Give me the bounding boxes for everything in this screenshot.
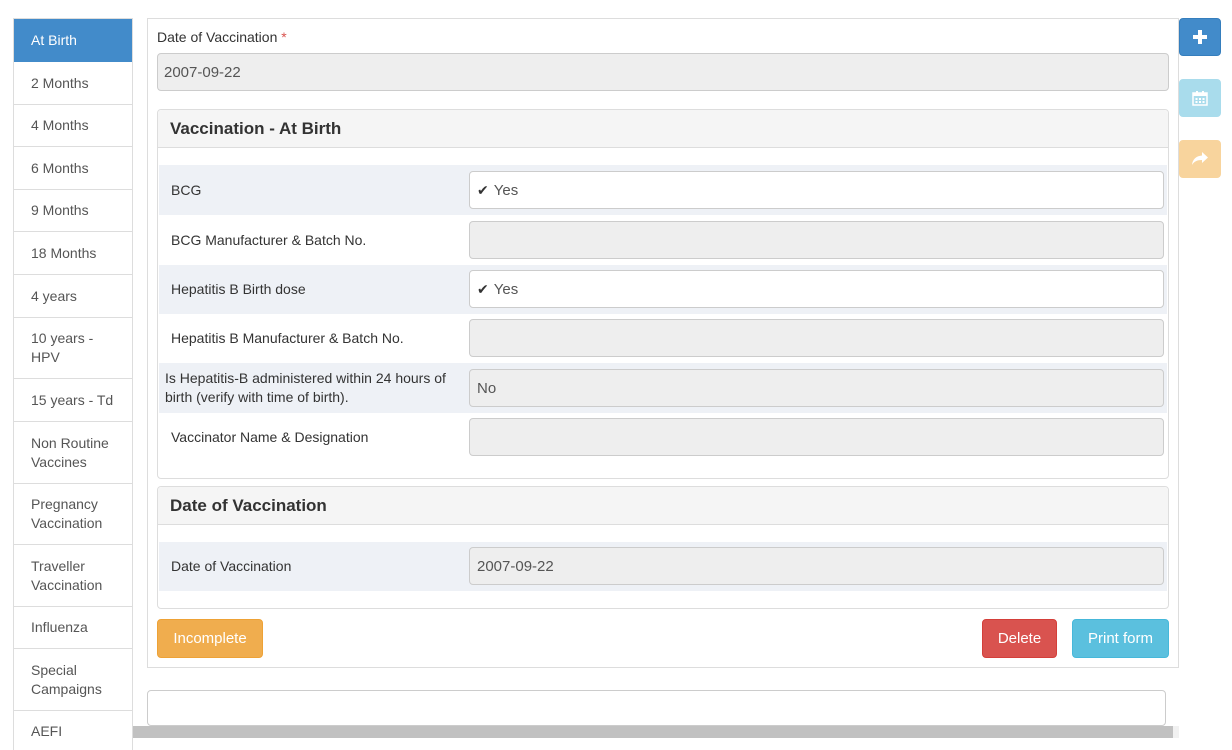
sidebar-item-2-months[interactable]: 2 Months [14,62,132,105]
vaccination-at-birth-panel: Vaccination - At Birth BCG ✔ Yes BCG Man… [157,109,1169,479]
vaccinator-row: Vaccinator Name & Designation [159,413,1167,462]
date-row-field[interactable]: 2007-09-22 [469,547,1164,585]
checkmark-icon: ✔ [477,280,489,297]
date-row: Date of Vaccination 2007-09-22 [159,542,1167,591]
sidebar-item-15-years-td[interactable]: 15 years - Td [14,379,132,422]
hepatitis-b-dose-row: Hepatitis B Birth dose ✔ Yes [159,265,1167,314]
date-of-vaccination-value: 2007-09-22 [164,63,241,81]
share-button[interactable] [1179,140,1221,178]
checkmark-icon: ✔ [477,181,489,198]
date-of-vaccination-label: Date of Vaccination * [157,29,287,45]
bcg-batch-row: BCG Manufacturer & Batch No. [159,215,1167,265]
bcg-batch-field[interactable] [469,221,1164,259]
sidebar-item-4-months[interactable]: 4 Months [14,105,132,147]
incomplete-button[interactable]: Incomplete [157,619,263,658]
hepatitis-b-timing-row: Is Hepatitis-B administered within 24 ho… [159,363,1167,413]
sidebar-item-traveller-vaccination[interactable]: Traveller Vaccination [14,545,132,607]
sidebar-item-9-months[interactable]: 9 Months [14,190,132,232]
sidebar-item-10-years-hpv[interactable]: 10 years - HPV [14,318,132,379]
sidebar-item-pregnancy-vaccination[interactable]: Pregnancy Vaccination [14,484,132,545]
sidebar-item-influenza[interactable]: Influenza [14,607,132,649]
sidebar-item-6-months[interactable]: 6 Months [14,147,132,190]
horizontal-scrollbar[interactable] [133,726,1179,738]
sidebar-item-non-routine-vaccines[interactable]: Non Routine Vaccines [14,422,132,484]
date-of-vaccination-panel: Date of Vaccination Date of Vaccination … [157,486,1169,609]
panel-title: Vaccination - At Birth [158,110,1168,148]
sidebar-item-4-years[interactable]: 4 years [14,275,132,318]
bcg-row: BCG ✔ Yes [159,165,1167,215]
vaccination-schedule-sidebar: At Birth 2 Months 4 Months 6 Months 9 Mo… [13,18,133,750]
hepatitis-b-batch-label: Hepatitis B Manufacturer & Batch No. [171,330,404,346]
share-icon [1192,152,1208,165]
hepatitis-b-timing-label: Is Hepatitis-B administered within 24 ho… [165,370,446,405]
date-row-label: Date of Vaccination [171,558,292,574]
bottom-input[interactable] [147,690,1166,726]
sidebar-item-special-campaigns[interactable]: Special Campaigns [14,649,132,711]
required-marker: * [281,29,287,45]
calendar-button[interactable] [1179,79,1221,117]
calendar-icon [1192,91,1208,106]
vaccination-form: Date of Vaccination * 2007-09-22 Vaccina… [147,18,1179,668]
bcg-label: BCG [171,181,202,198]
hepatitis-b-batch-row: Hepatitis B Manufacturer & Batch No. [159,314,1167,363]
hepatitis-b-dose-value: Yes [493,280,519,298]
print-form-button[interactable]: Print form [1072,619,1169,658]
hepatitis-b-dose-field[interactable]: ✔ Yes [469,270,1164,308]
sidebar-item-aefi[interactable]: AEFI [14,711,132,750]
hepatitis-b-timing-field[interactable]: No [469,369,1164,407]
hepatitis-b-timing-value: No [477,379,497,397]
bcg-field[interactable]: ✔ Yes [469,171,1164,209]
plus-icon [1193,30,1207,44]
vaccinator-label: Vaccinator Name & Designation [171,429,369,445]
sidebar-item-18-months[interactable]: 18 Months [14,232,132,275]
vaccinator-field[interactable] [469,418,1164,456]
date-of-vaccination-input[interactable]: 2007-09-22 [157,53,1169,91]
add-button[interactable] [1179,18,1221,56]
date-row-value: 2007-09-22 [477,557,554,575]
bcg-batch-label: BCG Manufacturer & Batch No. [171,231,367,248]
bcg-value: Yes [493,181,519,199]
delete-button[interactable]: Delete [982,619,1057,658]
date-of-vaccination-label-text: Date of Vaccination [157,29,278,45]
hepatitis-b-batch-field[interactable] [469,319,1164,357]
hepatitis-b-dose-label: Hepatitis B Birth dose [171,281,306,297]
date-panel-title: Date of Vaccination [158,487,1168,525]
scrollbar-thumb[interactable] [133,726,1173,738]
sidebar-item-at-birth[interactable]: At Birth [14,19,132,62]
